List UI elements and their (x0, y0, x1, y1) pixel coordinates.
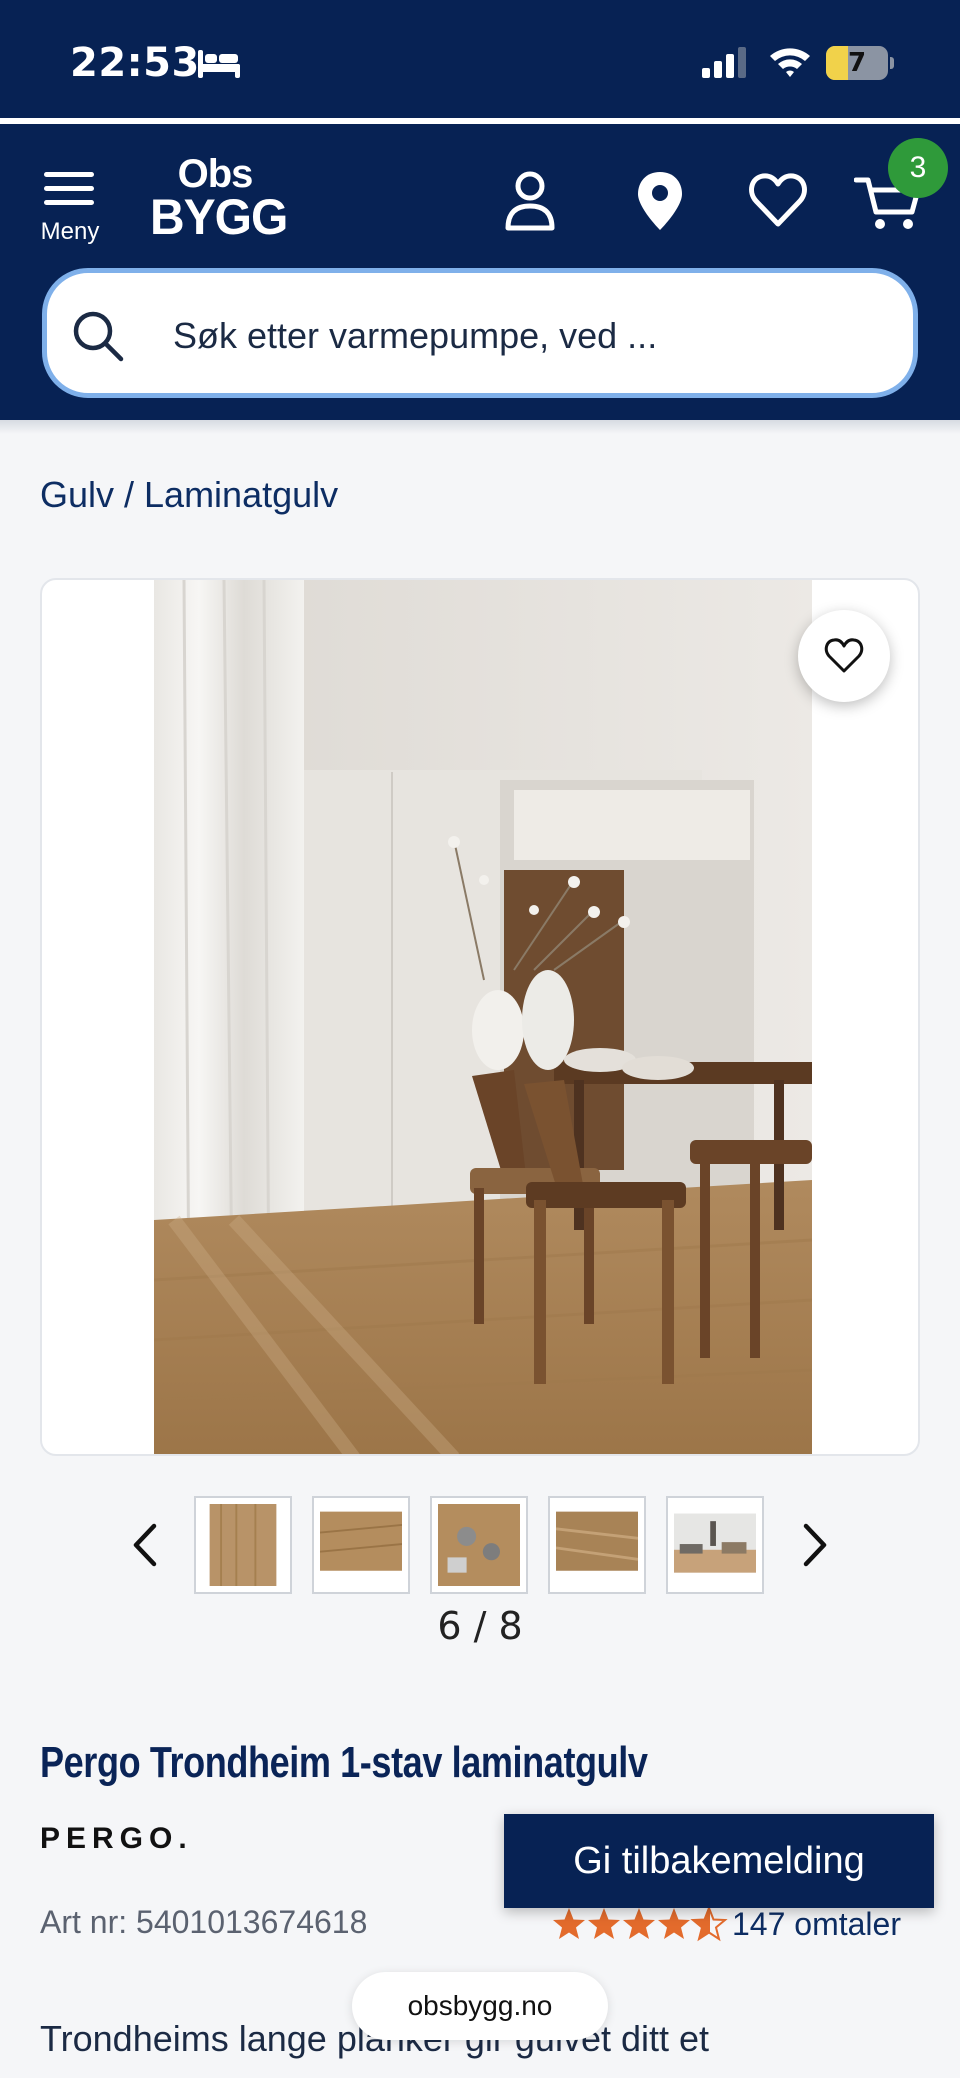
battery-icon: 7 (826, 46, 894, 80)
battery-level: 7 (847, 48, 867, 78)
product-title: Pergo Trondheim 1-stav laminatgulv (40, 1738, 648, 1787)
favorites-heart-icon[interactable] (748, 168, 808, 234)
logo-line1: Obs (177, 152, 254, 196)
thumbnail-image (202, 1504, 284, 1586)
menu-button[interactable]: Meny (30, 166, 110, 250)
thumbnail-strip (0, 1496, 960, 1596)
search-icon (73, 311, 124, 362)
browser-url-bar[interactable]: obsbygg.no (352, 1972, 608, 2040)
thumbnail-3[interactable] (430, 1496, 528, 1594)
thumbnail-2[interactable] (312, 1496, 410, 1594)
review-count: 147 omtaler (732, 1906, 901, 1942)
product-gallery (40, 578, 920, 1456)
header-shadow (0, 420, 960, 434)
image-counter: 6 / 8 (437, 1604, 523, 1648)
status-bar: 22:53 7 (0, 0, 960, 118)
add-to-favorites-button[interactable] (798, 610, 890, 702)
breadcrumb[interactable]: Gulv / Laminatgulv (40, 474, 338, 516)
thumbnail-image (438, 1504, 520, 1586)
obs-bygg-logo[interactable]: Obs BYGG (150, 152, 288, 246)
location-pin-icon[interactable] (630, 168, 690, 234)
search-placeholder: Søk etter varmepumpe, ved ... (173, 315, 658, 356)
thumbnail-image (674, 1504, 756, 1586)
brand-logo[interactable]: PERGO. (40, 1822, 193, 1856)
heart-icon (824, 638, 864, 673)
article-number: Art nr: 5401013674618 (40, 1904, 368, 1940)
thumbnail-image (319, 1504, 403, 1586)
thumbnail-4[interactable] (548, 1496, 646, 1594)
cart-count-badge: 3 (888, 138, 948, 198)
thumbnail-image (555, 1504, 639, 1586)
menu-label: Meny (40, 218, 100, 245)
thumbnail-1[interactable] (194, 1496, 292, 1594)
status-time: 22:53 (70, 40, 200, 86)
bed-icon (198, 50, 240, 78)
cellular-signal-icon (702, 47, 746, 78)
thumbnail-5[interactable] (666, 1496, 764, 1594)
wifi-icon (770, 48, 810, 77)
logo-line2: BYGG (150, 189, 288, 246)
product-main-image[interactable] (154, 580, 812, 1456)
search-field[interactable]: Søk etter varmepumpe, ved ... (42, 268, 918, 398)
site-header: Meny Obs BYGG 3 Søk etter varmepumpe, ve… (0, 118, 960, 420)
chevron-right-icon[interactable] (798, 1520, 832, 1570)
rating-stars-icon (553, 1907, 726, 1940)
chevron-left-icon[interactable] (128, 1520, 162, 1570)
hamburger-icon (44, 172, 94, 205)
user-icon[interactable] (500, 168, 560, 234)
feedback-button[interactable]: Gi tilbakemelding (504, 1814, 934, 1908)
